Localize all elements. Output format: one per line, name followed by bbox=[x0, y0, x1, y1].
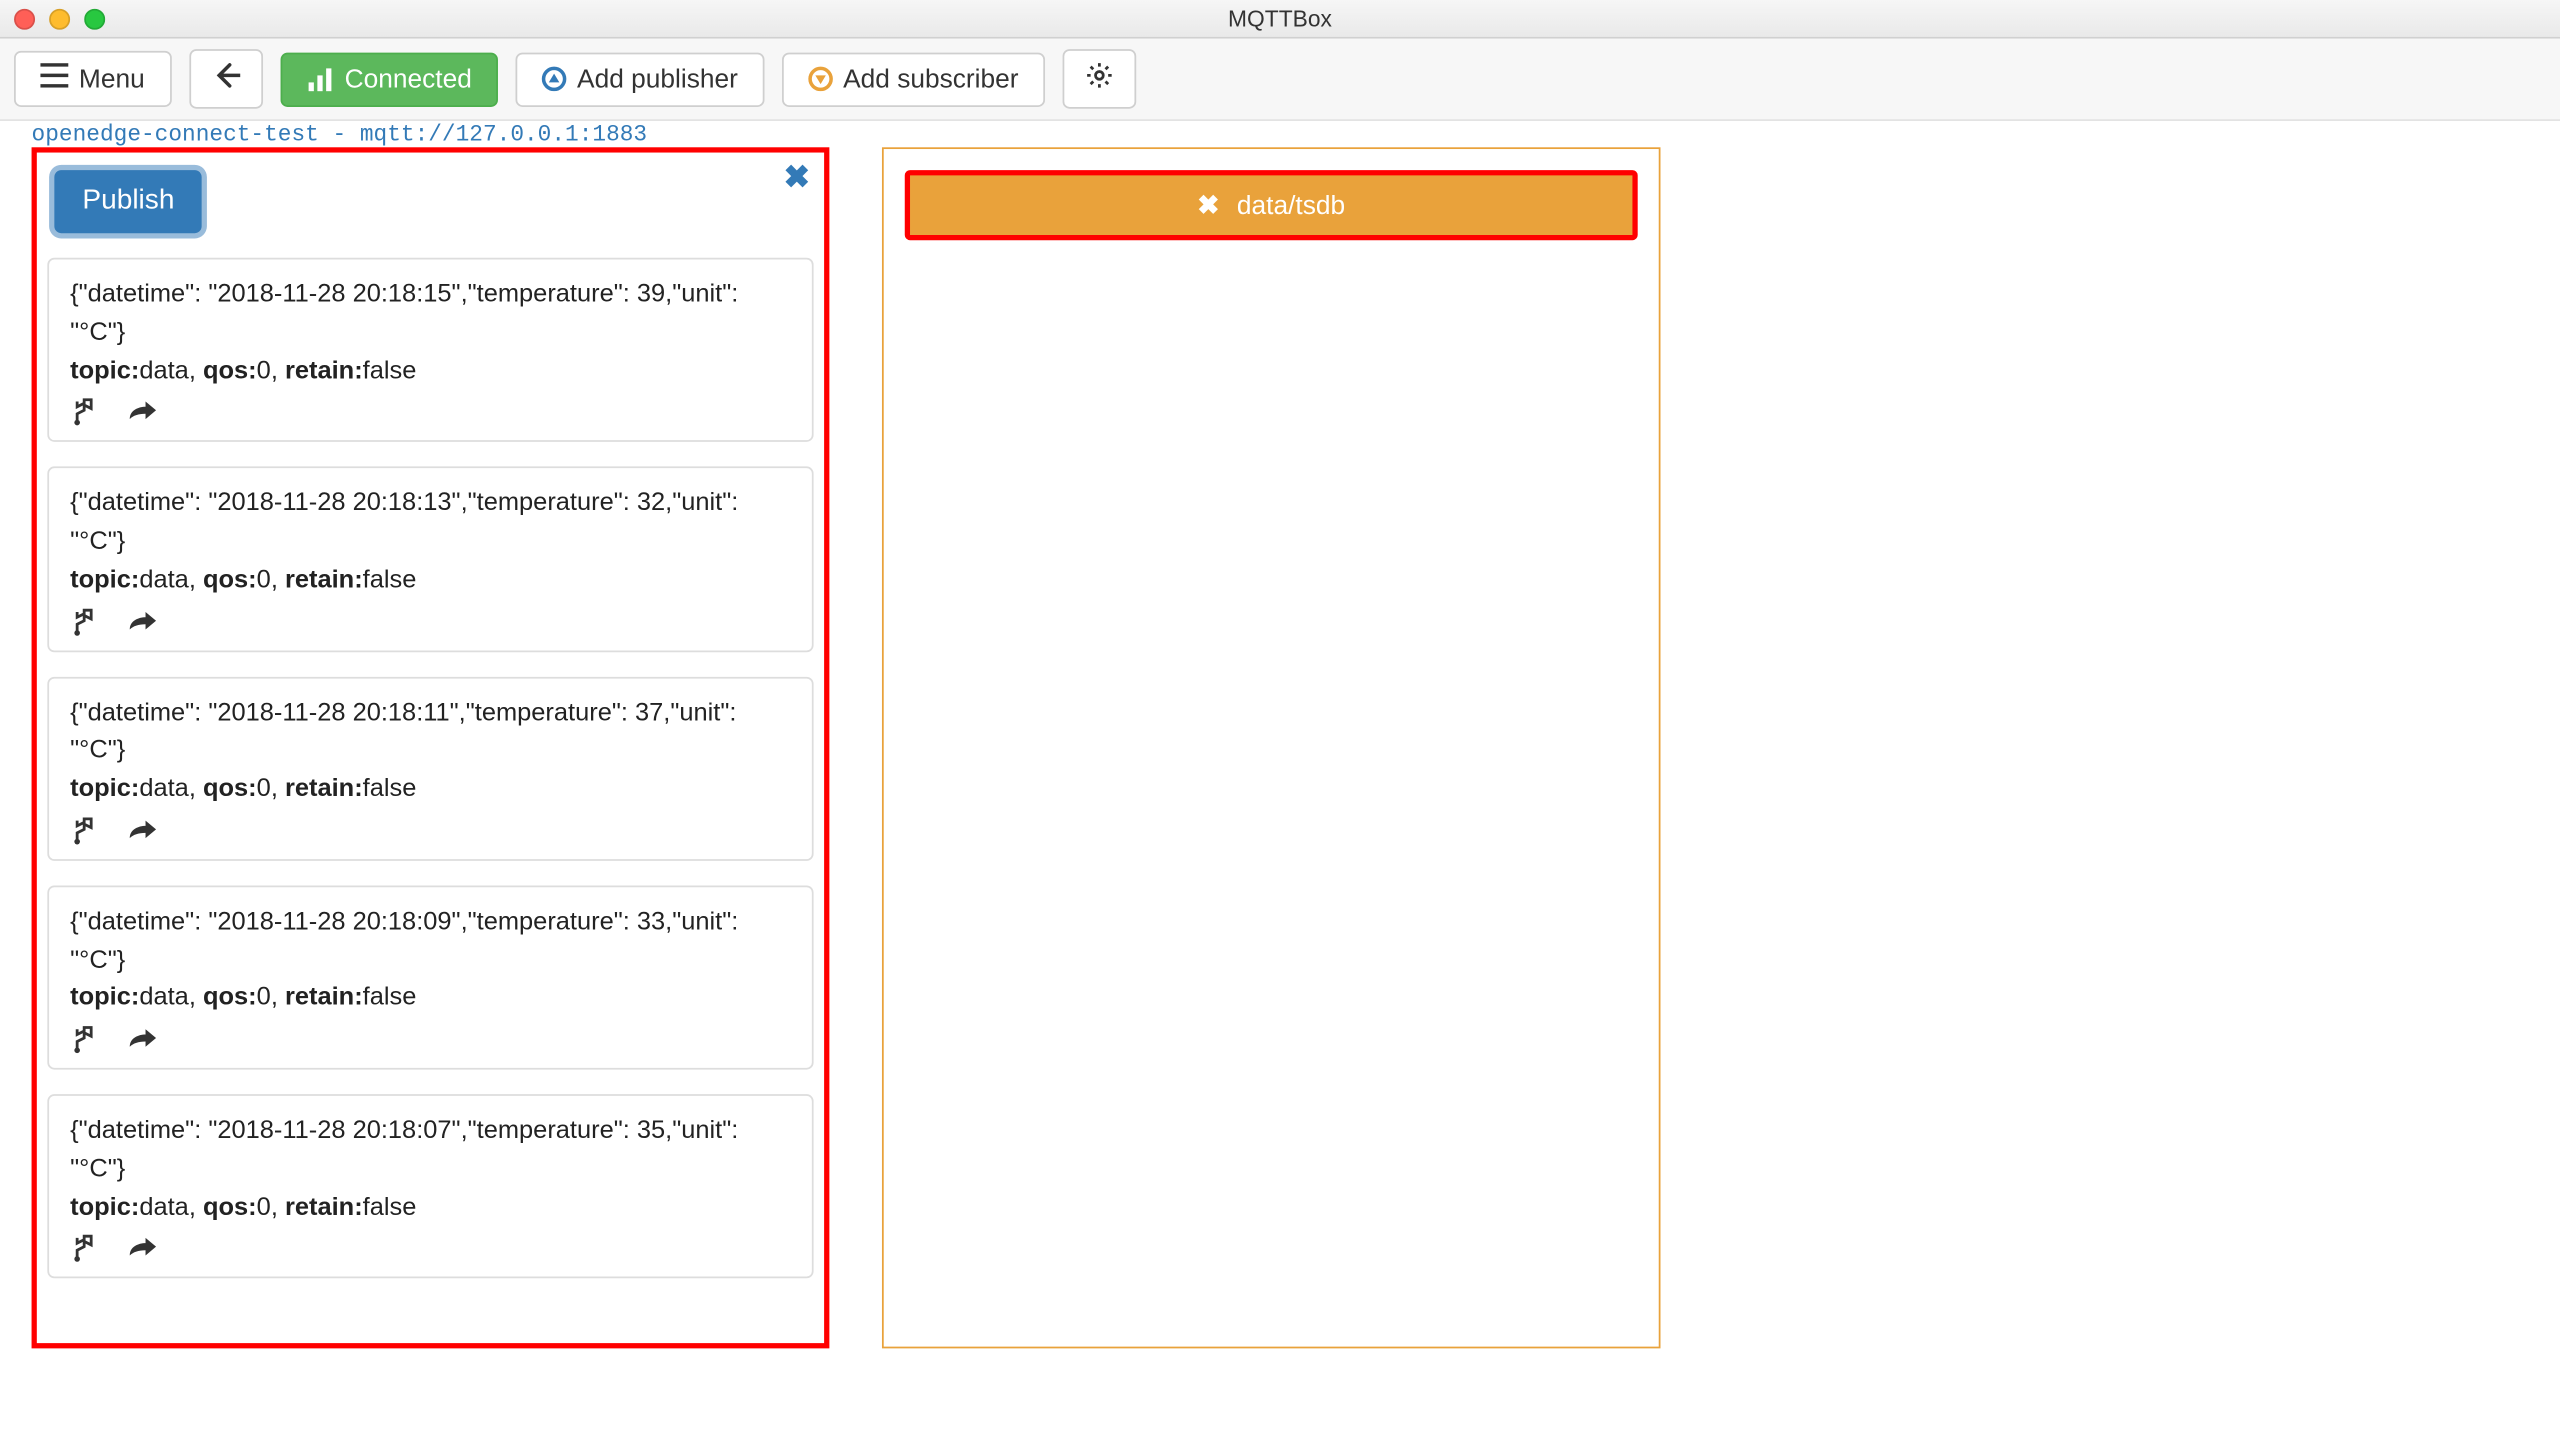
publish-button-label: Publish bbox=[82, 186, 174, 216]
message-card: {"datetime": "2018-11-28 20:18:13","temp… bbox=[47, 467, 813, 652]
retain-value: false bbox=[363, 1193, 417, 1221]
qos-value: 0 bbox=[257, 1193, 271, 1221]
panels-row: ✖ Publish {"datetime": "2018-11-28 20:18… bbox=[0, 147, 2560, 1380]
signal-icon bbox=[306, 65, 334, 93]
window-titlebar: MQTTBox bbox=[0, 0, 2560, 39]
republish-icon[interactable] bbox=[70, 1026, 102, 1054]
topic-value: data bbox=[139, 1193, 189, 1221]
message-meta: topic:data, qos:0, retain:false bbox=[70, 981, 791, 1019]
window-title: MQTTBox bbox=[0, 0, 2560, 39]
message-payload: {"datetime": "2018-11-28 20:18:15","temp… bbox=[70, 277, 791, 353]
message-meta: topic:data, qos:0, retain:false bbox=[70, 1190, 791, 1228]
qos-label: qos: bbox=[203, 775, 257, 803]
qos-value: 0 bbox=[257, 357, 271, 385]
message-meta: topic:data, qos:0, retain:false bbox=[70, 562, 791, 600]
message-payload: {"datetime": "2018-11-28 20:18:13","temp… bbox=[70, 486, 791, 562]
retain-label: retain: bbox=[285, 775, 363, 803]
retain-value: false bbox=[363, 775, 417, 803]
add-publisher-label: Add publisher bbox=[577, 64, 738, 94]
add-subscriber-label: Add subscriber bbox=[843, 64, 1018, 94]
topic-label: topic: bbox=[70, 1193, 139, 1221]
gear-icon bbox=[1085, 61, 1113, 96]
topic-label: topic: bbox=[70, 566, 139, 594]
window-minimize-button[interactable] bbox=[49, 9, 70, 30]
connection-status-label: Connected bbox=[345, 64, 472, 94]
message-payload: {"datetime": "2018-11-28 20:18:07","temp… bbox=[70, 1113, 791, 1189]
message-card: {"datetime": "2018-11-28 20:18:09","temp… bbox=[47, 885, 813, 1070]
republish-icon[interactable] bbox=[70, 608, 102, 636]
message-meta: topic:data, qos:0, retain:false bbox=[70, 772, 791, 810]
download-circle-icon bbox=[808, 67, 833, 92]
retain-label: retain: bbox=[285, 566, 363, 594]
qos-label: qos: bbox=[203, 566, 257, 594]
topic-label: topic: bbox=[70, 984, 139, 1012]
hamburger-icon bbox=[40, 63, 68, 95]
menu-button-label: Menu bbox=[79, 64, 145, 94]
topic-label: topic: bbox=[70, 775, 139, 803]
republish-icon[interactable] bbox=[70, 1235, 102, 1263]
connection-status-button[interactable]: Connected bbox=[280, 52, 498, 106]
retain-label: retain: bbox=[285, 357, 363, 385]
topic-value: data bbox=[139, 775, 189, 803]
qos-label: qos: bbox=[203, 1193, 257, 1221]
arrow-left-icon bbox=[211, 61, 239, 96]
message-payload: {"datetime": "2018-11-28 20:18:11","temp… bbox=[70, 695, 791, 771]
close-publisher-icon[interactable]: ✖ bbox=[784, 160, 810, 197]
forward-icon[interactable] bbox=[126, 817, 158, 845]
retain-value: false bbox=[363, 984, 417, 1012]
message-actions bbox=[70, 1026, 791, 1054]
topic-value: data bbox=[139, 566, 189, 594]
message-card: {"datetime": "2018-11-28 20:18:07","temp… bbox=[47, 1094, 813, 1279]
connection-breadcrumb[interactable]: openedge-connect-test - mqtt://127.0.0.1… bbox=[0, 121, 2560, 147]
settings-button[interactable] bbox=[1062, 49, 1136, 109]
publish-button[interactable]: Publish bbox=[54, 170, 202, 233]
add-publisher-button[interactable]: Add publisher bbox=[516, 52, 765, 106]
topic-value: data bbox=[139, 984, 189, 1012]
qos-label: qos: bbox=[203, 984, 257, 1012]
message-meta: topic:data, qos:0, retain:false bbox=[70, 353, 791, 391]
subscriber-topic-header: ✖ data/tsdb bbox=[905, 170, 1638, 240]
forward-icon[interactable] bbox=[126, 608, 158, 636]
message-card: {"datetime": "2018-11-28 20:18:11","temp… bbox=[47, 676, 813, 861]
retain-value: false bbox=[363, 357, 417, 385]
subscriber-topic-label: data/tsdb bbox=[1237, 190, 1345, 220]
retain-value: false bbox=[363, 566, 417, 594]
forward-icon[interactable] bbox=[126, 1235, 158, 1263]
message-actions bbox=[70, 817, 791, 845]
upload-circle-icon bbox=[542, 67, 567, 92]
message-actions bbox=[70, 1235, 791, 1263]
add-subscriber-button[interactable]: Add subscriber bbox=[782, 52, 1045, 106]
publisher-message-list: {"datetime": "2018-11-28 20:18:15","temp… bbox=[47, 258, 813, 1279]
remove-subscriber-icon[interactable]: ✖ bbox=[1197, 189, 1219, 221]
retain-label: retain: bbox=[285, 984, 363, 1012]
window-close-button[interactable] bbox=[14, 9, 35, 30]
message-actions bbox=[70, 608, 791, 636]
forward-icon[interactable] bbox=[126, 1026, 158, 1054]
topic-value: data bbox=[139, 357, 189, 385]
topic-label: topic: bbox=[70, 357, 139, 385]
retain-label: retain: bbox=[285, 1193, 363, 1221]
republish-icon[interactable] bbox=[70, 398, 102, 426]
qos-value: 0 bbox=[257, 775, 271, 803]
menu-button[interactable]: Menu bbox=[14, 51, 171, 107]
qos-value: 0 bbox=[257, 984, 271, 1012]
qos-value: 0 bbox=[257, 566, 271, 594]
subscriber-panel: ✖ data/tsdb bbox=[882, 147, 1661, 1348]
publisher-panel: ✖ Publish {"datetime": "2018-11-28 20:18… bbox=[32, 147, 830, 1348]
message-payload: {"datetime": "2018-11-28 20:18:09","temp… bbox=[70, 904, 791, 980]
republish-icon[interactable] bbox=[70, 817, 102, 845]
forward-icon[interactable] bbox=[126, 398, 158, 426]
qos-label: qos: bbox=[203, 357, 257, 385]
message-card: {"datetime": "2018-11-28 20:18:15","temp… bbox=[47, 258, 813, 443]
back-button[interactable] bbox=[189, 49, 263, 109]
window-maximize-button[interactable] bbox=[84, 9, 105, 30]
message-actions bbox=[70, 398, 791, 426]
toolbar: Menu Connected Add publisher Add sub bbox=[0, 39, 2560, 121]
